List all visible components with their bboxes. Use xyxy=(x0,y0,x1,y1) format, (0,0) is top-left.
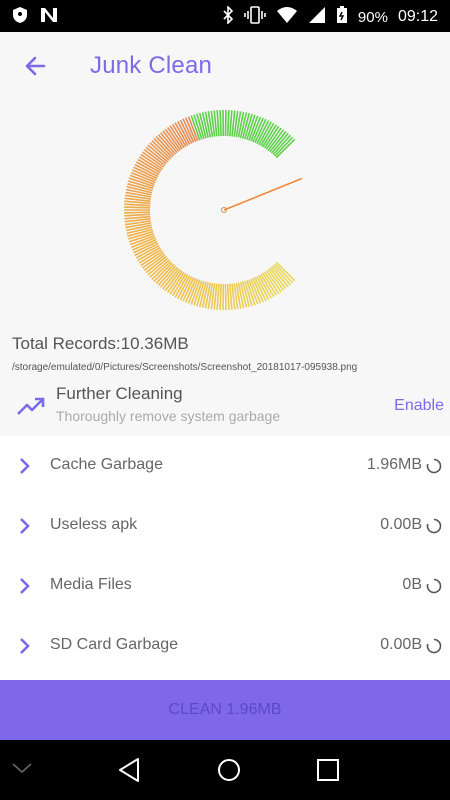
gauge-tick xyxy=(229,110,233,137)
gauge-tick xyxy=(219,283,222,310)
clock: 09:12 xyxy=(397,8,438,25)
triangle-back-icon xyxy=(119,758,139,782)
arrow-left-icon xyxy=(25,56,46,76)
n-icon xyxy=(40,7,58,27)
item-label: Useless apk xyxy=(50,516,138,533)
item-size: 1.96MB xyxy=(366,456,422,473)
gauge-tick xyxy=(224,283,227,310)
item-label: Media Files xyxy=(50,576,132,593)
item-label: SD Card Garbage xyxy=(50,636,179,653)
circle-home-icon xyxy=(218,759,240,781)
gauge-tick xyxy=(229,283,233,310)
item-size: 0B xyxy=(402,576,422,593)
back-nav-button[interactable] xyxy=(116,756,142,789)
trending-up-icon xyxy=(16,394,46,418)
loading-spinner-icon xyxy=(426,638,442,654)
wifi-icon xyxy=(276,6,298,28)
gauge-tick xyxy=(224,110,227,137)
further-cleaning-subtitle: Thoroughly remove system garbage xyxy=(56,408,281,424)
app-bar: Junk Clean xyxy=(0,32,450,100)
recents-button[interactable] xyxy=(316,758,340,787)
page-title: Junk Clean xyxy=(90,52,213,79)
list-item-cache-garbage[interactable]: Cache Garbage 1.96MB xyxy=(0,436,450,496)
list-item-useless-apk[interactable]: Useless apk 0.00B xyxy=(0,496,450,556)
loading-spinner-icon xyxy=(426,458,442,474)
keyboard-hide-button[interactable] xyxy=(10,760,34,781)
total-records: Total Records:10.36MB xyxy=(12,334,189,353)
loading-spinner-icon xyxy=(426,518,442,534)
gauge-tick xyxy=(124,211,151,214)
chevron-right-icon xyxy=(20,458,30,474)
bluetooth-icon xyxy=(222,5,234,28)
loading-spinner-icon xyxy=(426,578,442,594)
list-item-sd-card-garbage[interactable]: SD Card Garbage 0.00B xyxy=(0,616,450,676)
battery-icon xyxy=(336,6,348,28)
gauge-needle xyxy=(223,177,303,211)
shield-icon xyxy=(12,6,28,28)
enable-button[interactable]: Enable xyxy=(394,397,444,415)
chevron-right-icon xyxy=(20,578,30,594)
clean-button[interactable]: CLEAN 1.96MB xyxy=(0,680,450,740)
speed-gauge xyxy=(0,100,450,330)
back-button[interactable] xyxy=(20,50,52,82)
signal-icon xyxy=(308,6,326,28)
chevron-right-icon xyxy=(20,638,30,654)
file-path: /storage/emulated/0/Pictures/Screenshots… xyxy=(12,362,358,373)
home-button[interactable] xyxy=(216,757,242,788)
status-bar: 90% 09:12 xyxy=(0,0,450,32)
chevron-right-icon xyxy=(20,518,30,534)
list-item-media-files[interactable]: Media Files 0B xyxy=(0,556,450,616)
junk-list: Cache Garbage 1.96MB Useless apk 0.00B M… xyxy=(0,436,450,680)
gauge-tick xyxy=(219,110,222,137)
gauge-tick xyxy=(124,213,151,217)
gauge-tick xyxy=(124,203,151,207)
battery-percent: 90% xyxy=(357,8,388,26)
navigation-bar xyxy=(0,740,450,800)
chevron-down-icon xyxy=(12,763,32,774)
further-cleaning-title: Further Cleaning xyxy=(56,384,183,403)
gauge-tick xyxy=(216,283,220,310)
gauge-tick xyxy=(124,206,151,209)
item-size: 0.00B xyxy=(380,516,422,533)
item-label: Cache Garbage xyxy=(50,456,163,473)
gauge-tick xyxy=(226,110,230,137)
square-recents-icon xyxy=(317,759,339,781)
item-size: 0.00B xyxy=(380,636,422,653)
vibrate-icon xyxy=(244,6,266,28)
further-cleaning-row: Further Cleaning Thoroughly remove syste… xyxy=(0,378,450,434)
gauge-tick xyxy=(226,283,230,310)
gauge-tick xyxy=(216,110,220,137)
